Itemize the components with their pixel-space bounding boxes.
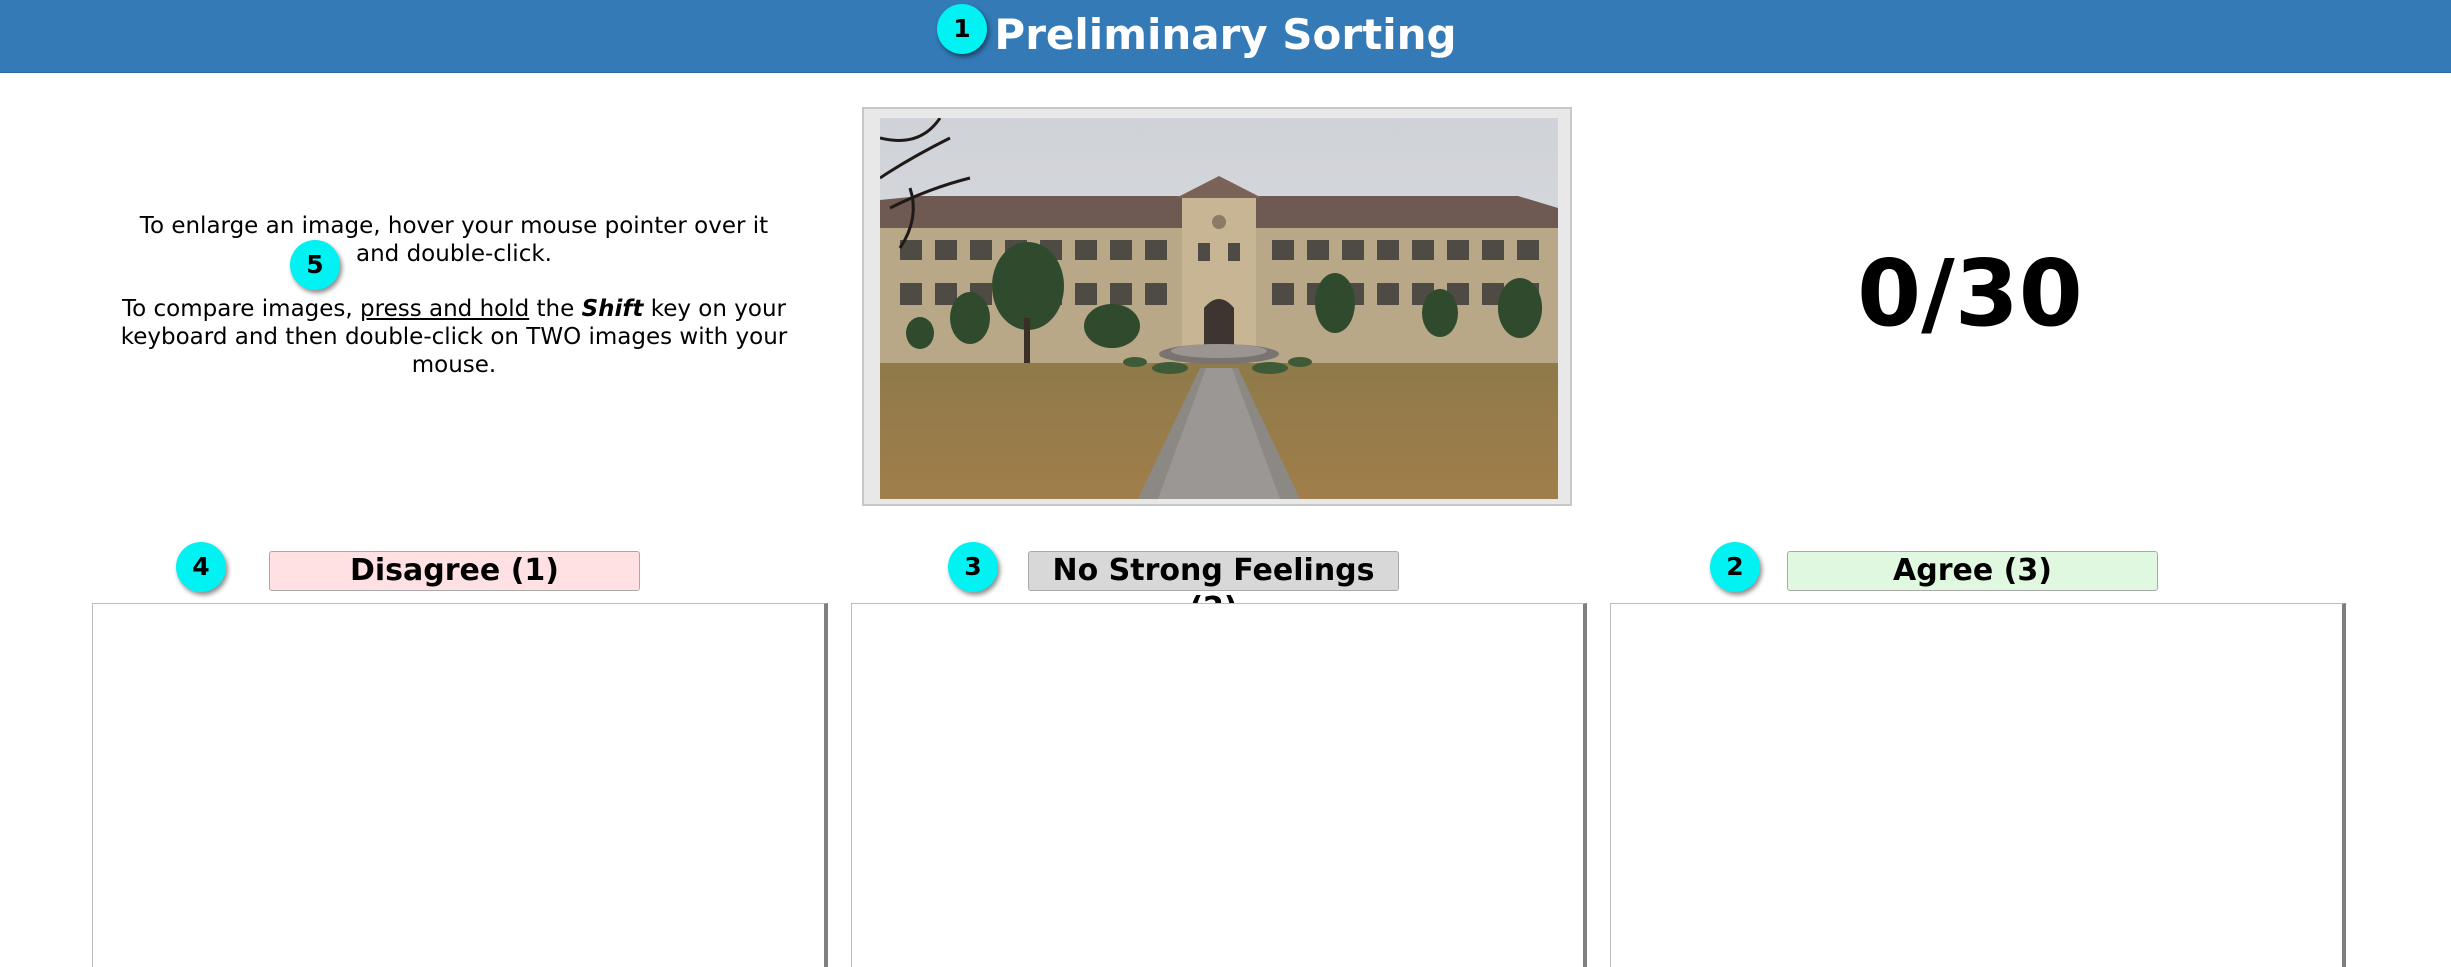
column-label-neutral: No Strong Feelings (2) <box>1028 551 1399 626</box>
preview-photo[interactable] <box>880 118 1558 499</box>
drop-zone-neutral[interactable] <box>851 603 1587 967</box>
column-label-agree: Agree (3) <box>1787 551 2158 591</box>
step-badge-5[interactable]: 5 <box>290 240 340 290</box>
drop-zone-disagree[interactable] <box>92 603 828 967</box>
drop-zone-agree[interactable] <box>1610 603 2346 967</box>
header-bar: Preliminary Sorting <box>0 0 2451 73</box>
image-preview-frame[interactable] <box>862 107 1572 506</box>
step-badge-3[interactable]: 3 <box>948 542 998 592</box>
building-photo-illustration <box>880 118 1558 499</box>
instructions-panel: To enlarge an image, hover your mouse po… <box>118 212 790 379</box>
shift-key-text: Shift <box>581 296 644 322</box>
page-title: Preliminary Sorting <box>994 10 1457 59</box>
column-label-disagree: Disagree (1) <box>269 551 640 591</box>
press-and-hold-text: press and hold <box>360 296 530 322</box>
enlarge-instruction: To enlarge an image, hover your mouse po… <box>139 213 769 267</box>
step-badge-4[interactable]: 4 <box>176 542 226 592</box>
step-badge-2[interactable]: 2 <box>1710 542 1760 592</box>
compare-instruction: To compare images, press and hold the Sh… <box>120 296 788 378</box>
sort-counter: 0/30 <box>1857 240 2083 347</box>
step-badge-1[interactable]: 1 <box>937 4 987 54</box>
